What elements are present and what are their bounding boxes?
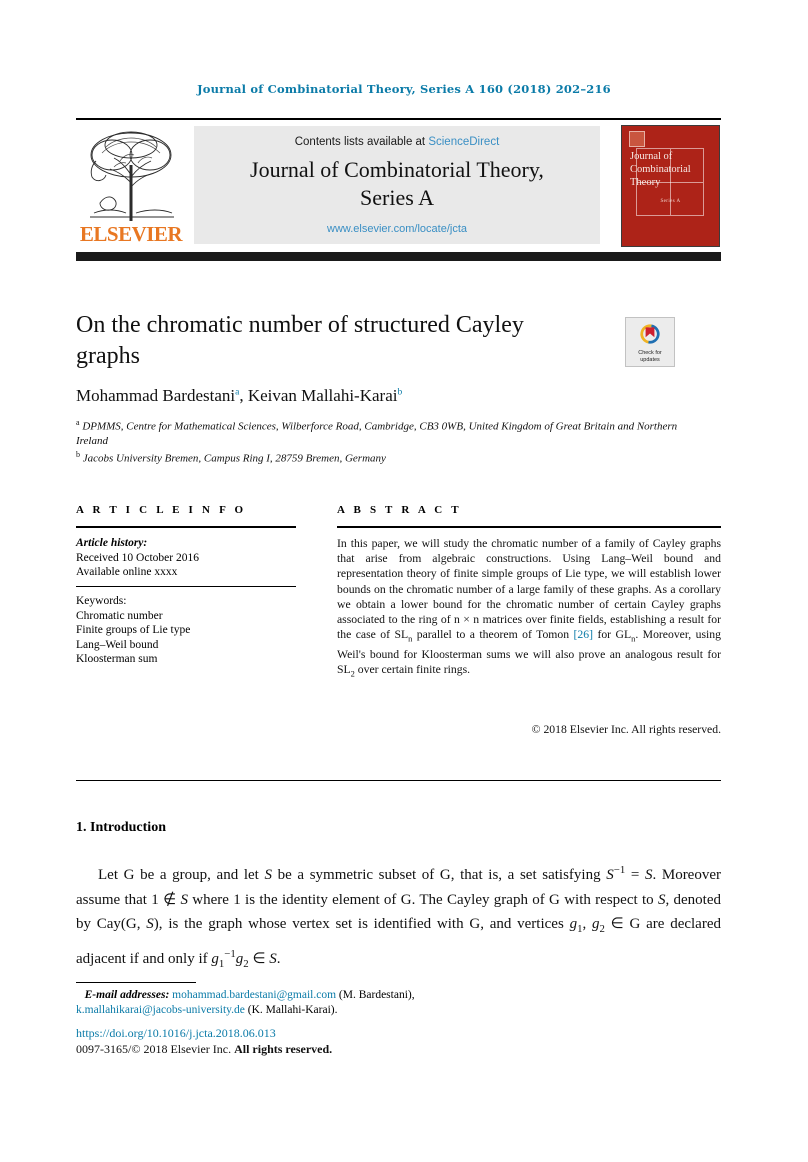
math-g-3: g xyxy=(211,950,219,967)
elsevier-logo: ELSEVIER xyxy=(76,125,186,245)
contents-prefix: Contents lists available at xyxy=(294,136,429,148)
crossmark-label: Check for updates xyxy=(626,350,674,363)
author-list: Mohammad Bardestania, Keivan Mallahi-Kar… xyxy=(76,386,403,405)
running-head: Journal of Combinatorial Theory, Series … xyxy=(197,82,611,96)
article-history-available: Available online xxxx xyxy=(76,566,178,579)
article-history-label: Article history: xyxy=(76,537,148,549)
doi-link[interactable]: https://doi.org/10.1016/j.jcta.2018.06.0… xyxy=(76,1026,276,1041)
math-S-4: S xyxy=(180,891,188,908)
body-part-11: . xyxy=(276,950,281,967)
page-title: On the chromatic number of structured Ca… xyxy=(76,312,524,369)
abstract-text: In this paper, we will study the chromat… xyxy=(337,536,721,681)
math-g3-sup: −1 xyxy=(224,947,236,960)
abstract-copyright: © 2018 Elsevier Inc. All rights reserved… xyxy=(531,723,721,736)
author-name-2[interactable]: Keivan Mallahi-Karai xyxy=(248,386,398,405)
elsevier-tree-mark-icon xyxy=(629,131,645,147)
journal-url-link[interactable]: www.elsevier.com/locate/jcta xyxy=(194,223,600,235)
keywords-label: Keywords: xyxy=(76,595,127,607)
math-sup-inverse-1: −1 xyxy=(613,864,626,876)
keyword-item: Finite groups of Lie type xyxy=(76,624,191,637)
author-name-1[interactable]: Mohammad Bardestani xyxy=(76,386,235,405)
masthead: ELSEVIER Contents lists available at Sci… xyxy=(76,118,721,250)
journal-title-line1: Journal of Combinatorial Theory, xyxy=(250,157,544,182)
abstract-part-3: for GL xyxy=(593,628,632,642)
affiliation-a-text: DPMMS, Centre for Mathematical Sciences,… xyxy=(76,420,678,447)
sciencedirect-link[interactable]: ScienceDirect xyxy=(428,136,499,148)
contents-box: Contents lists available at ScienceDirec… xyxy=(194,126,600,244)
math-S-6: S xyxy=(146,916,154,932)
body-part-7: ), is the graph whose vertex set is iden… xyxy=(153,916,570,932)
footnote-rule xyxy=(76,982,196,983)
author-affiliation-marker-a: a xyxy=(235,387,240,398)
article-history-received: Received 10 October 2016 xyxy=(76,551,199,564)
rights-text: All rights reserved. xyxy=(234,1042,333,1056)
abstract-heading: A B S T R A C T xyxy=(337,504,462,516)
introduction-paragraph: Let G be a group, and let S be a symmetr… xyxy=(76,858,721,976)
journal-cover-thumbnail[interactable]: Journal of Combinatorial Theory Series A xyxy=(621,125,720,247)
math-S-7: S xyxy=(269,950,277,967)
email-owner-1: (M. Bardestani), xyxy=(338,989,415,1001)
math-S-2: S xyxy=(606,867,614,883)
citation-link[interactable]: [26] xyxy=(574,628,593,641)
email-label: E-mail addresses: xyxy=(84,989,170,1001)
body-part-10: ∈ xyxy=(248,950,270,967)
article-history: Article history: Received 10 October 201… xyxy=(76,536,306,580)
email-footnote: E-mail addresses: mohammad.bardestani@gm… xyxy=(76,988,676,1018)
cover-title: Journal of Combinatorial Theory xyxy=(630,151,691,188)
section-heading-introduction: 1. Introduction xyxy=(76,820,166,835)
affiliation-b: b Jacobs University Bremen, Campus Ring … xyxy=(76,448,696,466)
math-g-1: g xyxy=(569,916,578,932)
keyword-item: Kloosterman sum xyxy=(76,653,158,666)
abstract-part-5: over certain finite rings. xyxy=(354,662,471,676)
email-link-1[interactable]: mohammad.bardestani@gmail.com xyxy=(172,989,336,1001)
journal-title-line2: Series A xyxy=(360,185,434,210)
contents-available-line: Contents lists available at ScienceDirec… xyxy=(194,136,600,148)
math-S-1: S xyxy=(264,867,272,883)
elsevier-wordmark: ELSEVIER xyxy=(79,222,183,246)
body-part-2: be a symmetric subset of G, that is, a s… xyxy=(271,867,607,883)
cover-series: Series A xyxy=(660,199,681,204)
author-affiliation-marker-b: b xyxy=(397,387,403,398)
crossmark-badge[interactable]: Check for updates xyxy=(625,317,675,367)
body-part-5: where 1 is the identity element of G. Th… xyxy=(187,891,658,908)
email-owner-2: (K. Mallahi-Karai). xyxy=(247,1004,338,1016)
info-rule xyxy=(76,526,296,528)
affiliation-marker-a: a xyxy=(76,418,80,427)
info-separator-rule xyxy=(76,586,296,587)
body-part-8: , xyxy=(582,916,592,932)
keyword-item: Chromatic number xyxy=(76,609,163,622)
journal-title: Journal of Combinatorial Theory, Series … xyxy=(194,156,600,212)
issn-text: 0097-3165/© 2018 Elsevier Inc. xyxy=(76,1042,232,1056)
body-part-3: = xyxy=(625,867,645,883)
article-info-heading: A R T I C L E I N F O xyxy=(76,504,247,516)
abstract-rule xyxy=(337,526,721,528)
abstract-bottom-rule xyxy=(76,780,721,781)
abstract-part-2: parallel to a theorem of Tomon xyxy=(412,628,574,642)
email-link-2[interactable]: k.mallahikarai@jacobs-university.de xyxy=(76,1004,245,1016)
affiliation-list: a DPMMS, Centre for Mathematical Science… xyxy=(76,416,696,466)
crossmark-label-line2: updates xyxy=(640,356,660,363)
affiliation-marker-b: b xyxy=(76,450,80,460)
abstract-part-1: In this paper, we will study the chromat… xyxy=(337,537,721,642)
issn-copyright-line: 0097-3165/© 2018 Elsevier Inc. All right… xyxy=(76,1042,332,1057)
crossmark-label-line1: Check for xyxy=(638,350,662,356)
keyword-list: Keywords: Chromatic number Finite groups… xyxy=(76,594,306,667)
keyword-item: Lang–Weil bound xyxy=(76,638,159,651)
math-g-2: g xyxy=(592,916,600,932)
crossmark-icon xyxy=(640,324,660,344)
affiliation-a: a DPMMS, Centre for Mathematical Science… xyxy=(76,416,696,448)
body-part-1: Let G be a group, and let xyxy=(98,867,265,883)
masthead-bottom-bar xyxy=(76,252,721,261)
article-page: Journal of Combinatorial Theory, Series … xyxy=(0,0,808,1162)
affiliation-b-text: Jacobs University Bremen, Campus Ring I,… xyxy=(82,452,386,465)
